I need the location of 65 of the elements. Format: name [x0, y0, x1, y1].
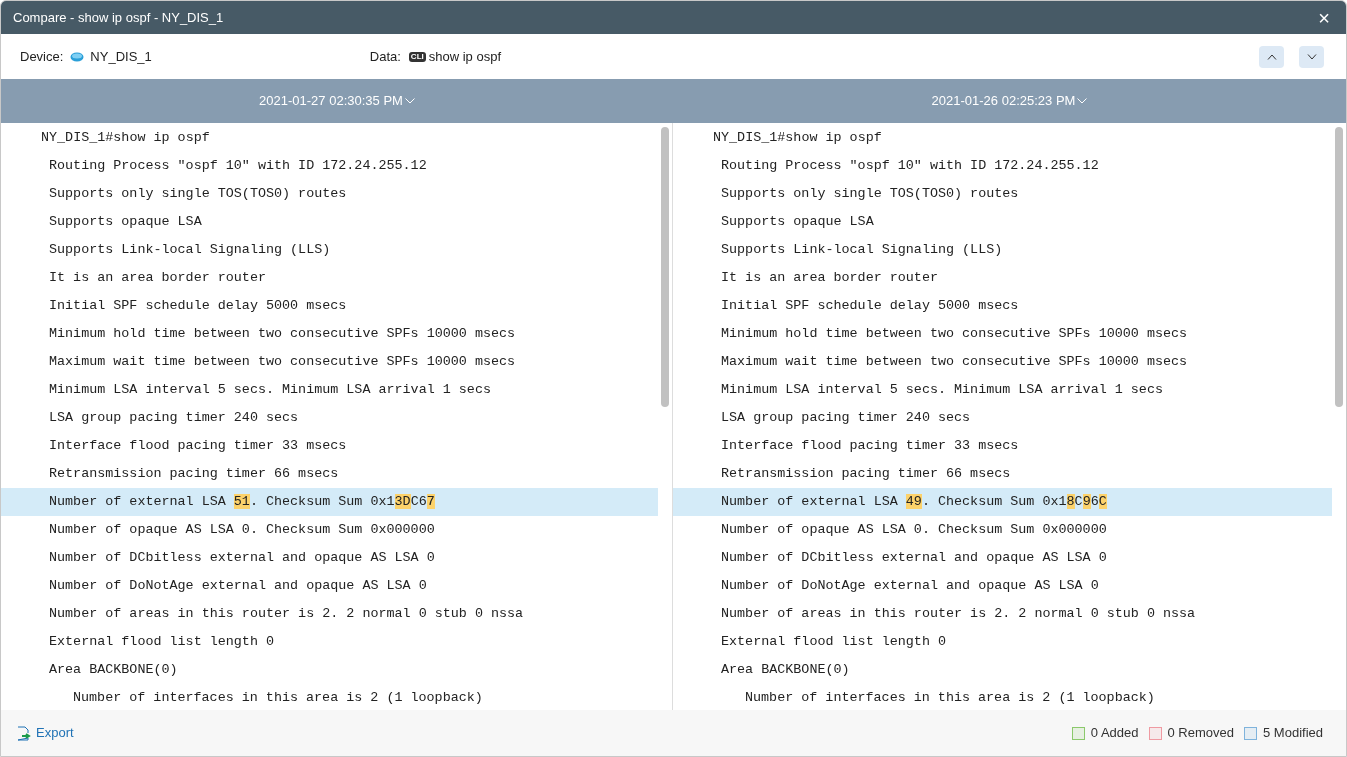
- caret-icon: [1077, 98, 1088, 104]
- output-line: Minimum LSA interval 5 secs. Minimum LSA arrival 1 secs: [721, 380, 1163, 399]
- output-line: Number of interfaces in this area is 2 (1 loopback): [73, 688, 483, 707]
- output-line: Supports Link-local Signaling (LLS): [721, 240, 1003, 259]
- export-icon: [17, 725, 31, 741]
- output-line: Area BACKBONE(0): [721, 660, 850, 679]
- output-line: LSA group pacing timer 240 secs: [49, 408, 299, 427]
- output-line: Interface flood pacing timer 33 msecs: [721, 436, 1019, 455]
- export-link[interactable]: Export: [17, 723, 74, 743]
- router-icon: [70, 51, 85, 62]
- output-line: Minimum LSA interval 5 secs. Minimum LSA arrival 1 secs: [49, 380, 491, 399]
- output-line: Number of opaque AS LSA 0. Checksum Sum 0x000000: [721, 520, 1107, 539]
- output-line: Number of opaque AS LSA 0. Checksum Sum 0x000000: [49, 520, 435, 539]
- output-line: Retransmission pacing timer 66 msecs: [721, 464, 1011, 483]
- previous-button[interactable]: [1259, 45, 1284, 68]
- output-line: Interface flood pacing timer 33 msecs: [49, 436, 347, 455]
- output-line: Minimum hold time between two consecutive SPFs 10000 msecs: [721, 324, 1188, 343]
- scrollbar-thumb[interactable]: [661, 127, 669, 407]
- cli-badge: CLI: [408, 51, 426, 62]
- legend-label: 5 Modified: [1263, 724, 1323, 743]
- output-line: It is an area border router: [721, 268, 938, 287]
- output-line: Maximum wait time between two consecutive SPFs 10000 msecs: [721, 352, 1188, 371]
- output-line: Routing Process "ospf 10" with ID 172.24.255.12: [721, 156, 1099, 175]
- caret-icon: [404, 98, 415, 104]
- output-line: Supports opaque LSA: [721, 212, 874, 231]
- snapshot-date-dropdown[interactable]: 2021-01-26 02:25:23 PM: [931, 91, 1088, 111]
- output-line: Initial SPF schedule delay 5000 msecs: [721, 296, 1019, 315]
- legend-label: 0 Removed: [1167, 724, 1234, 743]
- output-line: NY_DIS_1#show ip ospf: [41, 128, 210, 147]
- output-line: Number of interfaces in this area is 2 (1 loopback): [745, 688, 1155, 707]
- close-button[interactable]: ×: [1314, 7, 1334, 28]
- device-label: Device:: [20, 47, 64, 66]
- output-line: Number of DCbitless external and opaque AS LSA 0: [721, 548, 1107, 567]
- output-line: Number of DoNotAge external and opaque AS LSA 0: [721, 576, 1099, 595]
- output-line: External flood list length 0: [49, 632, 274, 651]
- chevron-up-icon: [1266, 53, 1277, 60]
- output-line: Maximum wait time between two consecutive SPFs 10000 msecs: [49, 352, 516, 371]
- output-line: External flood list length 0: [721, 632, 946, 651]
- output-line: Minimum hold time between two consecutive SPFs 10000 msecs: [49, 324, 516, 343]
- output-line: Supports Link-local Signaling (LLS): [49, 240, 331, 259]
- data-label: Data:: [369, 47, 401, 66]
- scrollbar-thumb[interactable]: [1335, 127, 1343, 407]
- snapshot-date-dropdown[interactable]: 2021-01-27 02:30:35 PM: [259, 91, 415, 111]
- output-line: Number of external LSA 51. Checksum Sum 0x13DC67: [49, 492, 435, 511]
- output-line: Supports only single TOS(TOS0) routes: [49, 184, 347, 203]
- output-line: Supports opaque LSA: [49, 212, 202, 231]
- output-line: Routing Process "ospf 10" with ID 172.24.255.12: [49, 156, 427, 175]
- output-line: Supports only single TOS(TOS0) routes: [721, 184, 1019, 203]
- output-line: Number of DoNotAge external and opaque AS LSA 0: [49, 576, 427, 595]
- output-line: Number of areas in this router is 2. 2 normal 0 stub 0 nssa: [49, 604, 524, 623]
- next-button[interactable]: [1299, 45, 1324, 68]
- device-name: NY_DIS_1: [90, 47, 152, 66]
- output-line: Initial SPF schedule delay 5000 msecs: [49, 296, 347, 315]
- output-line: Number of areas in this router is 2. 2 normal 0 stub 0 nssa: [721, 604, 1196, 623]
- output-line: Number of DCbitless external and opaque AS LSA 0: [49, 548, 435, 567]
- chevron-down-icon: [1306, 53, 1317, 60]
- output-line: It is an area border router: [49, 268, 266, 287]
- output-line: Number of external LSA 49. Checksum Sum 0x18C96C: [721, 492, 1107, 511]
- output-line: Retransmission pacing timer 66 msecs: [49, 464, 339, 483]
- data-command: show ip ospf: [428, 47, 501, 66]
- legend-label: 0 Added: [1090, 724, 1139, 743]
- output-line: NY_DIS_1#show ip ospf: [713, 128, 882, 147]
- output-line: LSA group pacing timer 240 secs: [721, 408, 971, 427]
- output-line: Area BACKBONE(0): [49, 660, 178, 679]
- window-title: Compare - show ip ospf - NY_DIS_1: [13, 8, 224, 27]
